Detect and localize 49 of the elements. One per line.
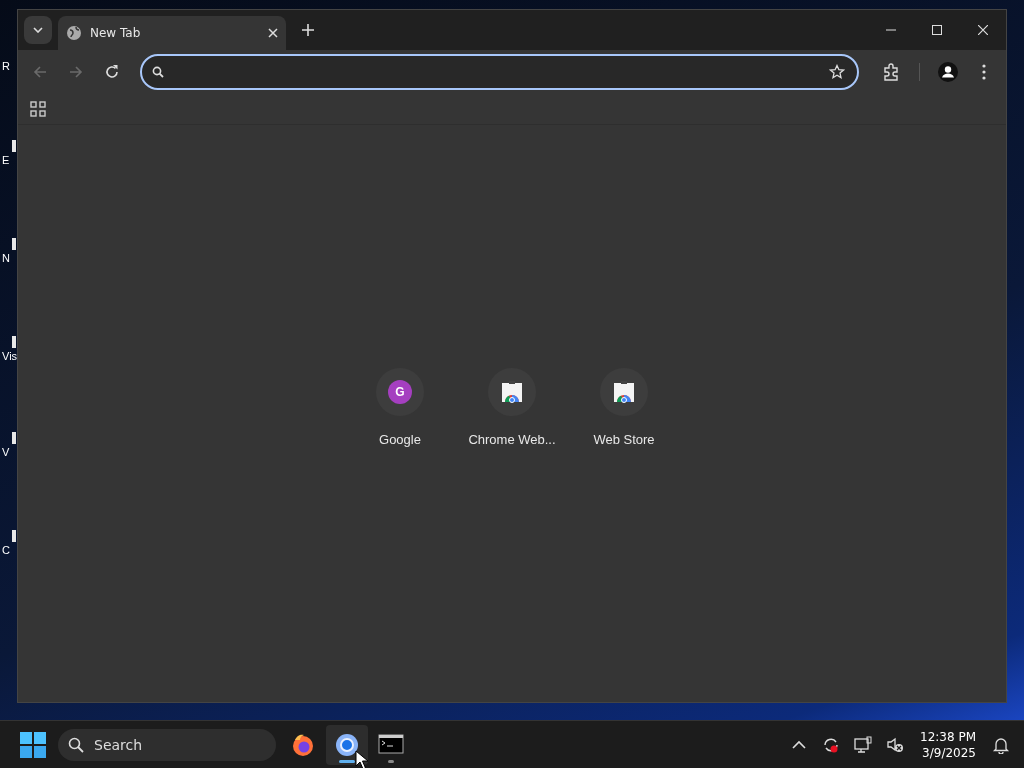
forward-arrow-icon <box>68 64 84 80</box>
desktop-icon-label[interactable]: V <box>0 446 10 458</box>
tab-title: New Tab <box>90 26 142 40</box>
mouse-cursor-icon <box>355 750 369 768</box>
search-icon <box>68 736 84 753</box>
bookmark-button[interactable] <box>829 64 845 80</box>
browser-tab[interactable]: New Tab <box>58 16 286 50</box>
chevron-down-icon <box>33 27 43 33</box>
browser-logo-icon <box>334 731 360 758</box>
shortcut-tile[interactable]: Web Store <box>568 368 680 702</box>
running-indicator <box>339 759 355 763</box>
apps-button[interactable] <box>30 101 46 117</box>
desktop-icon-label[interactable]: Vis <box>0 350 18 362</box>
maximize-icon <box>932 25 942 35</box>
letter-icon: G <box>388 380 412 404</box>
close-icon <box>978 25 988 35</box>
search-icon <box>152 66 164 78</box>
star-icon <box>829 64 845 80</box>
monitor-icon <box>854 735 872 754</box>
address-bar[interactable] <box>140 54 859 90</box>
shopping-bag-icon <box>500 380 524 404</box>
desktop-icon-label[interactable]: N <box>0 252 10 264</box>
shopping-bag-icon <box>612 380 636 404</box>
desktop-icon-label[interactable]: E <box>0 154 10 166</box>
close-icon <box>268 28 278 38</box>
desktop-icon-label[interactable]: R <box>0 60 10 72</box>
clock-button[interactable]: 12:38 PM 3/9/2025 <box>920 728 976 761</box>
menu-icon <box>982 64 986 80</box>
bell-icon <box>992 735 1010 754</box>
speaker-muted-icon <box>886 735 904 754</box>
shortcut-tile[interactable]: G Google <box>344 368 456 702</box>
windows-logo-icon <box>20 731 46 758</box>
plus-icon <box>302 24 314 36</box>
reload-icon <box>104 64 120 80</box>
tab-close-button[interactable] <box>268 28 278 38</box>
grid-icon <box>30 101 46 117</box>
desktop-icon-label[interactable]: C <box>0 544 10 556</box>
back-arrow-icon <box>32 64 48 80</box>
search-field[interactable]: Search <box>92 735 256 754</box>
taskbar-search-box[interactable]: Search <box>58 728 276 761</box>
tab-search-button[interactable] <box>24 16 52 44</box>
running-indicator <box>388 759 394 763</box>
start-button[interactable] <box>18 729 48 760</box>
globe-icon <box>66 25 82 41</box>
shortcut-tile[interactable]: Chrome Web... <box>456 368 568 702</box>
clock-time: 12:38 PM <box>920 728 976 745</box>
puzzle-piece-icon <box>882 63 900 81</box>
clock-date: 3/9/2025 <box>922 744 976 761</box>
person-icon <box>938 62 958 82</box>
